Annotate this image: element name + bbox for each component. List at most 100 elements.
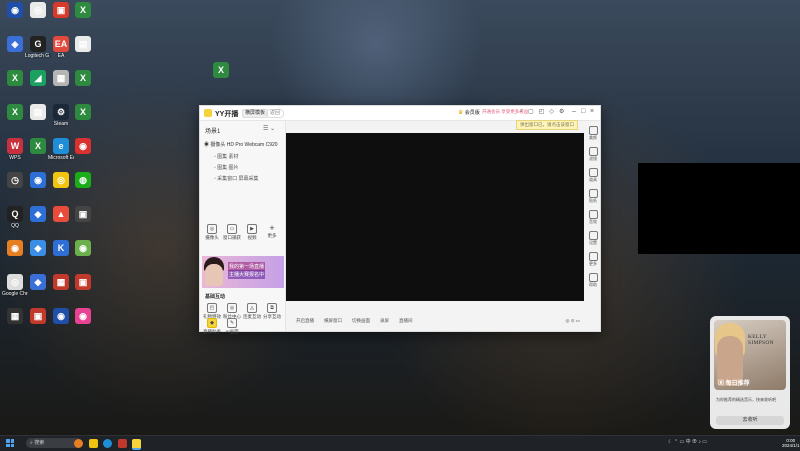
right-tool-settings[interactable]: 设置	[586, 231, 600, 246]
promo-banner[interactable]: 我的第一场直播 主播大赛报名中	[202, 256, 284, 288]
desktop-icon-13[interactable]: X	[70, 104, 96, 121]
window-icon: ▭	[227, 224, 237, 234]
tool-link[interactable]: ◬ 连麦互动	[243, 303, 261, 320]
settings-icon[interactable]: ⚙	[559, 108, 564, 115]
tool-more[interactable]: + 更多	[263, 224, 281, 241]
desktop-icon-ea-icon: EA	[53, 36, 69, 52]
desktop-icon-wechat[interactable]: ◍	[70, 172, 96, 189]
desktop-icon-15[interactable]: ◉	[70, 138, 96, 155]
desktop-icon-8-icon: ◢	[30, 70, 46, 86]
desktop-icon-3-icon: ▣	[53, 2, 69, 18]
desktop-icon-10[interactable]: X	[70, 70, 96, 87]
skin-icon[interactable]: ◇	[549, 108, 554, 115]
desktop-icon-4[interactable]: X	[70, 2, 96, 19]
notification-icon[interactable]: ♪	[520, 108, 523, 115]
ime-indicator[interactable]: 中	[686, 439, 691, 445]
desktop-icon-24-icon: K	[53, 240, 69, 256]
right-tool-sound[interactable]: 音效	[586, 210, 600, 225]
desktop-icon-29-icon: ▦	[7, 308, 23, 324]
yy-app-name: YY开播	[215, 111, 239, 118]
close-button[interactable]: ×	[590, 108, 594, 115]
live-preview[interactable]	[286, 133, 584, 301]
tooltip: 弹出窗口已，请点击该窗口	[516, 120, 578, 130]
right-tool-label: 设置	[589, 240, 597, 245]
right-tool-label: 贴纸	[589, 198, 597, 203]
desktop-icon-19-icon: ◆	[30, 206, 46, 222]
bottom-right-icons[interactable]: ◎ ⊙ ▭	[566, 318, 580, 324]
file-explorer-icon[interactable]	[89, 439, 98, 448]
right-tool-sticker[interactable]: 贴纸	[586, 189, 600, 204]
bottom-tool[interactable]: 开启直播	[296, 318, 314, 324]
desktop-icon-label: Google Chrome	[2, 291, 28, 297]
right-tool-more[interactable]: 更多	[586, 252, 600, 267]
tool-label: AI画面	[225, 329, 239, 334]
source-item[interactable]: ▫ 图集 素材	[214, 153, 239, 160]
tool-label: 窗口捕获	[223, 235, 241, 240]
desktop-icon-21-icon: ▣	[75, 206, 91, 222]
prop-icon	[588, 168, 598, 177]
sound-icon	[588, 210, 598, 219]
desktop-icon-25-icon: ◉	[75, 240, 91, 256]
yy-taskbar-icon[interactable]	[132, 439, 141, 450]
desktop-icon-32[interactable]: ◉	[70, 308, 96, 325]
bottom-tool[interactable]: 录屏	[380, 318, 389, 324]
member-label: 会员版	[464, 110, 480, 116]
start-button[interactable]	[6, 439, 14, 447]
scene-panel: 场景1 ☰ ⌄ ◉ 摄像头 HD Pro Webcam C920 ▫ 图集 素材…	[200, 121, 286, 334]
tool-label: 连麦互动	[243, 314, 261, 319]
yy-title-bar[interactable]: YY开播 横屏模板 返回 ♛ 会员版 开通会员 享受更多权益 ♪ ▢ ◰ ◇ ⚙…	[200, 106, 600, 121]
bottom-tool[interactable]: 切换画面	[352, 318, 370, 324]
back-button[interactable]: 返回	[266, 109, 285, 118]
right-tool-beauty[interactable]: 美颜	[586, 126, 600, 141]
tool-window[interactable]: ▭ 窗口捕获	[223, 224, 241, 241]
right-tool-prop[interactable]: 道具	[586, 168, 600, 183]
tool-ai[interactable]: ✎ AI画面	[223, 318, 241, 335]
gift-icon[interactable]: ◰	[539, 108, 545, 115]
taskbar-app-icon[interactable]	[118, 439, 127, 448]
desktop-icon-label: QQ	[11, 223, 19, 229]
system-tray[interactable]: ☾ ⌃ ▭ 中 ⊕ ♪ ▭	[668, 438, 707, 445]
minimize-button[interactable]: –	[572, 108, 576, 115]
right-tool-help[interactable]: 帮助	[586, 273, 600, 288]
listen-button[interactable]: 去收听	[716, 416, 784, 425]
message-icon[interactable]: ▢	[528, 108, 534, 115]
tool-assistant[interactable]: ◆ 直播助手	[203, 318, 221, 335]
source-item[interactable]: ▫ 采集窗口 屏幕采集	[214, 175, 259, 182]
taskbar: ⌕ 搜索 ☾ ⌃ ▭ 中 ⊕ ♪ ▭ 0:00 2024/1/1	[0, 435, 800, 451]
desktop-icon-21[interactable]: ▣	[70, 206, 96, 223]
taskbar-app-icon[interactable]	[74, 439, 83, 448]
desktop-icon-edge-icon: e	[53, 138, 69, 154]
desktop-icon-wechat-icon: ◍	[75, 172, 91, 188]
desktop-icon-25[interactable]: ◉	[70, 240, 96, 257]
member-badge[interactable]: ♛ 会员版	[458, 109, 480, 116]
bottom-tool[interactable]: 横屏窗口	[324, 318, 342, 324]
right-tool-filter[interactable]: 滤镜	[586, 147, 600, 162]
banner-text-2: 主播大赛报名中	[228, 270, 266, 279]
black-overlay-window[interactable]	[638, 163, 800, 254]
desktop-icon-label: Steam	[53, 121, 69, 127]
bottom-tool[interactable]: 直播间	[399, 318, 413, 324]
edge-icon[interactable]	[103, 439, 112, 448]
mode-button[interactable]: 横屏模板	[242, 109, 269, 118]
source-item-label: 采集窗口 屏幕采集	[217, 176, 259, 182]
tool-video[interactable]: ▶ 视频	[243, 224, 261, 241]
desktop-icon-22-icon: ◉	[7, 240, 23, 256]
scene-menu-icon[interactable]: ☰ ⌄	[263, 125, 275, 132]
desktop-icon-28[interactable]: ▣	[70, 274, 96, 291]
daily-label: 每日推荐	[725, 381, 750, 387]
desktop-icon-16-icon: ◷	[7, 172, 23, 188]
desktop-icon-6[interactable]: ▤	[70, 36, 96, 53]
desktop-icon-excel-file[interactable]: X	[208, 62, 234, 78]
source-item[interactable]: ▫ 图集 图片	[214, 164, 239, 171]
clock[interactable]: 0:00 2024/1/1	[782, 438, 800, 448]
tool-share[interactable]: ⧉ 分享互动	[263, 303, 281, 320]
desktop-icon-label: WPS	[9, 155, 21, 161]
maximize-button[interactable]: □	[581, 108, 585, 115]
title-icons: ♪ ▢ ◰ ◇ ⚙	[520, 108, 564, 115]
banner-portrait	[205, 264, 223, 286]
clock-date: 2024/1/1	[782, 443, 800, 448]
desktop-icon-label: EA	[57, 53, 65, 59]
daily-recommend-card[interactable]: KELLY SIMPSON ▣ 每日推荐 为你推荐的精选音乐，快来收听吧 去收听	[710, 316, 790, 429]
tool-camera[interactable]: ◎ 摄像头	[203, 224, 221, 241]
source-main[interactable]: ◉ 摄像头 HD Pro Webcam C920	[204, 141, 280, 149]
